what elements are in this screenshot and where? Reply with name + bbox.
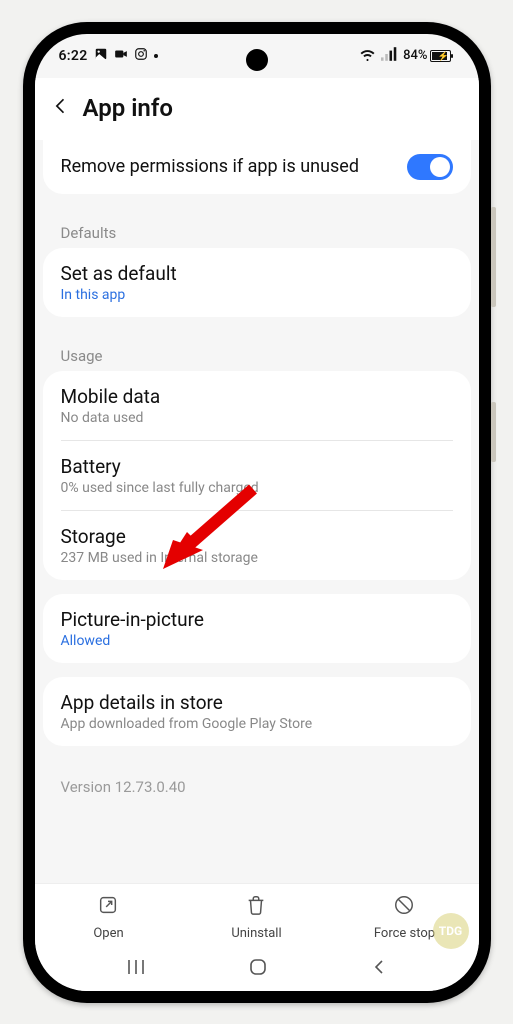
system-nav-bar bbox=[35, 947, 479, 991]
mobile-data-row[interactable]: Mobile data No data used bbox=[43, 371, 471, 440]
phone-frame: 6:22 84% bbox=[23, 22, 491, 1003]
battery-title: Battery bbox=[61, 455, 453, 478]
uninstall-button[interactable]: Uninstall bbox=[183, 894, 330, 941]
pip-row[interactable]: Picture-in-picture Allowed bbox=[43, 594, 471, 663]
content-scroll[interactable]: Remove permissions if app is unused Defa… bbox=[35, 140, 479, 883]
storage-title: Storage bbox=[61, 525, 453, 548]
section-header-defaults: Defaults bbox=[35, 208, 479, 248]
nav-home-button[interactable] bbox=[247, 956, 269, 982]
set-as-default-title: Set as default bbox=[61, 262, 453, 285]
set-as-default-row[interactable]: Set as default In this app bbox=[43, 248, 471, 317]
pip-title: Picture-in-picture bbox=[61, 608, 453, 631]
app-details-title: App details in store bbox=[61, 691, 453, 714]
signal-icon bbox=[381, 47, 398, 65]
side-button bbox=[491, 207, 496, 307]
remove-permissions-toggle[interactable] bbox=[407, 154, 453, 180]
status-time: 6:22 bbox=[59, 48, 88, 64]
version-text: Version 12.73.0.40 bbox=[35, 760, 479, 806]
image-icon bbox=[94, 47, 108, 65]
nav-recents-button[interactable] bbox=[125, 958, 147, 980]
watermark-badge: TDG bbox=[433, 913, 469, 949]
mobile-data-sub: No data used bbox=[61, 410, 453, 426]
open-label: Open bbox=[93, 926, 123, 941]
open-button[interactable]: Open bbox=[35, 894, 182, 941]
video-icon bbox=[114, 47, 128, 65]
section-header-usage: Usage bbox=[35, 331, 479, 371]
card-app-details: App details in store App downloaded from… bbox=[43, 677, 471, 746]
trash-icon bbox=[245, 894, 267, 920]
force-stop-label: Force stop bbox=[374, 926, 435, 941]
nav-back-button[interactable] bbox=[369, 957, 389, 981]
page-header: App info bbox=[35, 78, 479, 140]
battery-indicator: 84% ⚡ bbox=[403, 48, 450, 63]
stop-icon bbox=[393, 894, 415, 920]
instagram-icon bbox=[134, 47, 148, 65]
mobile-data-title: Mobile data bbox=[61, 385, 453, 408]
wifi-icon bbox=[359, 47, 376, 65]
uninstall-label: Uninstall bbox=[231, 926, 281, 941]
app-details-row[interactable]: App details in store App downloaded from… bbox=[43, 677, 471, 746]
remove-permissions-label: Remove permissions if app is unused bbox=[61, 156, 359, 177]
open-icon bbox=[97, 894, 119, 920]
battery-percent: 84% bbox=[403, 48, 427, 63]
battery-row[interactable]: Battery 0% used since last fully charged bbox=[43, 441, 471, 510]
battery-icon: ⚡ bbox=[430, 50, 451, 62]
card-permissions: Remove permissions if app is unused bbox=[43, 140, 471, 194]
pip-sub: Allowed bbox=[61, 633, 453, 649]
storage-row[interactable]: Storage 237 MB used in Internal storage bbox=[43, 511, 471, 580]
card-usage: Mobile data No data used Battery 0% used… bbox=[43, 371, 471, 580]
screen: 6:22 84% bbox=[35, 34, 479, 991]
camera-notch bbox=[246, 49, 268, 71]
storage-sub: 237 MB used in Internal storage bbox=[61, 550, 453, 566]
remove-permissions-row[interactable]: Remove permissions if app is unused bbox=[43, 140, 471, 194]
status-left: 6:22 bbox=[59, 47, 158, 65]
set-as-default-sub: In this app bbox=[61, 287, 453, 303]
status-right: 84% ⚡ bbox=[359, 47, 450, 65]
side-button bbox=[491, 402, 496, 462]
card-defaults: Set as default In this app bbox=[43, 248, 471, 317]
app-details-sub: App downloaded from Google Play Store bbox=[61, 716, 453, 732]
more-indicator-dot bbox=[154, 54, 158, 58]
card-pip: Picture-in-picture Allowed bbox=[43, 594, 471, 663]
back-button[interactable] bbox=[51, 96, 71, 120]
battery-sub: 0% used since last fully charged bbox=[61, 480, 453, 496]
page-title: App info bbox=[83, 94, 173, 122]
action-bar: Open Uninstall Force stop bbox=[35, 883, 479, 947]
